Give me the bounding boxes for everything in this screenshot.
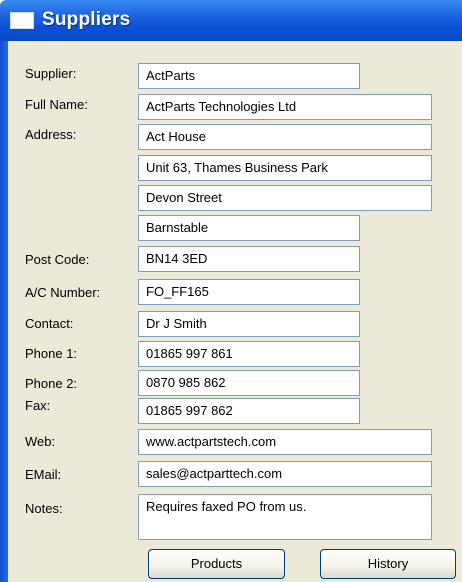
post-code-label: Post Code: <box>25 252 90 267</box>
products-button[interactable]: Products <box>148 549 285 579</box>
phone-1-field[interactable]: 01865 997 861 <box>138 341 360 367</box>
full-name-field[interactable]: ActParts Technologies Ltd <box>138 94 432 120</box>
address-line-1-field[interactable]: Act House <box>138 124 432 150</box>
email-field[interactable]: sales@actparttech.com <box>138 461 432 487</box>
supplier-field[interactable]: ActParts <box>138 63 360 89</box>
fax-field[interactable]: 01865 997 862 <box>138 398 360 424</box>
window-title: Suppliers <box>42 9 131 30</box>
full-name-label: Full Name: <box>25 97 88 112</box>
phone-1-label: Phone 1: <box>25 346 78 361</box>
ac-number-label: A/C Number: <box>25 285 101 300</box>
email-label: EMail: <box>25 467 62 482</box>
post-code-field[interactable]: BN14 3ED <box>138 246 360 272</box>
supplier-label: Supplier: <box>25 66 77 81</box>
address-line-3-field[interactable]: Devon Street <box>138 185 432 211</box>
web-label: Web: <box>25 434 56 449</box>
contact-field[interactable]: Dr J Smith <box>138 311 360 337</box>
address-label: Address: <box>25 127 77 142</box>
address-line-2-field[interactable]: Unit 63, Thames Business Park <box>138 155 432 181</box>
contact-label: Contact: <box>25 316 74 331</box>
phone-2-label: Phone 2: <box>25 376 78 391</box>
history-button[interactable]: History <box>320 549 456 579</box>
fax-label: Fax: <box>25 398 51 413</box>
notes-field[interactable]: Requires faxed PO from us. <box>138 494 432 540</box>
title-bar[interactable]: Suppliers <box>0 0 462 41</box>
window-frame-left <box>0 41 8 582</box>
ac-number-field[interactable]: FO_FF165 <box>138 279 360 305</box>
window-icon <box>10 12 34 29</box>
web-field[interactable]: www.actpartstech.com <box>138 429 432 455</box>
address-line-4-field[interactable]: Barnstable <box>138 215 360 241</box>
suppliers-window: Suppliers Supplier: ActParts Full Name: … <box>0 0 462 582</box>
phone-2-field[interactable]: 0870 985 862 <box>138 370 360 396</box>
notes-label: Notes: <box>25 501 63 516</box>
